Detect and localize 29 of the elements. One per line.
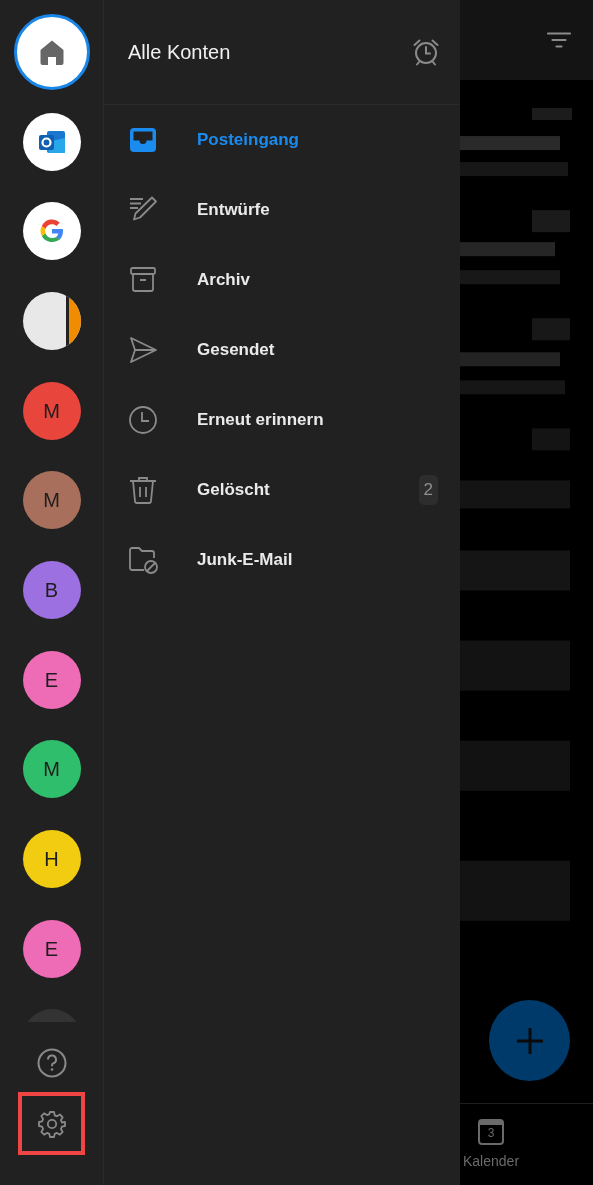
folder-item[interactable]: Erneut erinnern xyxy=(104,385,460,455)
calendar-tab[interactable]: 3 Kalender xyxy=(463,1104,520,1185)
account-avatar[interactable]: H xyxy=(22,830,81,889)
filter-icon[interactable] xyxy=(547,32,571,48)
inbox-icon xyxy=(128,125,158,155)
paper-plane-icon xyxy=(128,335,158,365)
folder-item[interactable]: Gesendet xyxy=(104,315,460,385)
clock-icon xyxy=(128,405,158,435)
settings-icon[interactable] xyxy=(37,1109,66,1138)
help-icon[interactable] xyxy=(36,1048,67,1078)
account-avatar[interactable]: E xyxy=(22,650,81,709)
folder-blocked-icon xyxy=(128,545,158,575)
folder-item[interactable]: Archiv xyxy=(104,245,460,315)
account-avatar[interactable]: E xyxy=(22,919,81,978)
drawer-title: Alle Konten xyxy=(128,40,231,65)
folder-item[interactable]: Posteingang xyxy=(104,105,460,175)
folder-item[interactable]: Gelöscht 2 xyxy=(104,455,460,525)
count-badge: 2 xyxy=(418,475,438,505)
folder-item[interactable]: Entwürfe xyxy=(104,175,460,245)
folder-item[interactable]: Junk-E-Mail xyxy=(104,525,460,595)
alarm-clock-icon[interactable] xyxy=(412,38,440,66)
trash-icon xyxy=(128,475,158,505)
calendar-icon: 3 xyxy=(478,1119,504,1145)
account-avatar[interactable]: M xyxy=(22,740,81,799)
account-avatar[interactable]: M xyxy=(22,471,81,530)
plus-icon xyxy=(514,1025,545,1056)
archive-box-icon xyxy=(128,265,158,295)
account-avatar[interactable]: M xyxy=(22,381,81,440)
account-avatar[interactable]: B xyxy=(22,560,81,619)
